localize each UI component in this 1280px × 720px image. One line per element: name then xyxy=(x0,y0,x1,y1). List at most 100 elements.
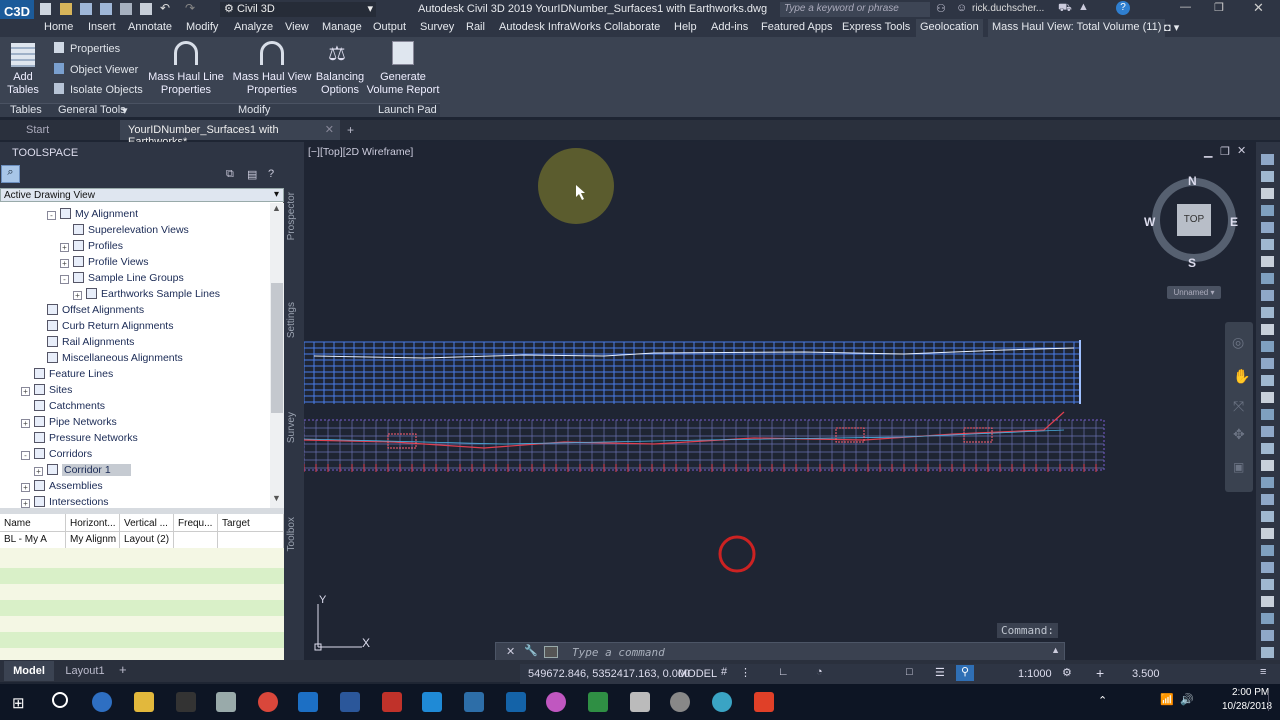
save-icon[interactable] xyxy=(80,3,92,15)
grid-header[interactable]: Horizont... xyxy=(66,514,120,532)
grid-header[interactable]: Name xyxy=(0,514,66,532)
viewcube-face-top[interactable]: TOP xyxy=(1177,204,1211,236)
palette-tool-icon[interactable] xyxy=(1261,375,1274,386)
corridor-sample-view[interactable] xyxy=(304,411,1105,472)
close-icon[interactable]: ✕ xyxy=(1253,0,1264,16)
lineweight-icon[interactable]: ☰ xyxy=(935,666,945,679)
edge-icon[interactable] xyxy=(92,692,112,712)
user-name[interactable]: rick.duchscher... xyxy=(972,3,1044,14)
expand-icon[interactable]: + xyxy=(21,419,30,428)
tree-node[interactable]: + Earthworks Sample Lines xyxy=(73,286,220,302)
menu-tab-survey[interactable]: Survey xyxy=(420,21,454,33)
palette-tool-icon[interactable] xyxy=(1261,307,1274,318)
clock-time[interactable]: 2:00 PM xyxy=(1232,687,1269,698)
palette-tool-icon[interactable] xyxy=(1261,647,1274,658)
model-space-toggle[interactable]: MODEL xyxy=(678,668,717,680)
tree-node[interactable]: - Corridors xyxy=(21,446,92,462)
tab-model[interactable]: Model xyxy=(4,661,54,681)
side-tab[interactable]: Prospector xyxy=(286,192,297,240)
menu-tab-help[interactable]: Help xyxy=(674,21,697,33)
tray-network-icon[interactable]: 📶 xyxy=(1160,693,1174,706)
view-combo[interactable]: Active Drawing View ▾ xyxy=(0,188,284,202)
gear-icon[interactable]: ⚙ xyxy=(1062,666,1072,679)
polar-icon[interactable]: ◔ xyxy=(816,666,823,678)
palette-tool-icon[interactable] xyxy=(1261,222,1274,233)
user-icon[interactable]: ☺ xyxy=(956,2,967,14)
palette-tool-icon[interactable] xyxy=(1261,188,1274,199)
tree-node[interactable]: Pressure Networks xyxy=(21,430,138,446)
palette-tool-icon[interactable] xyxy=(1261,596,1274,607)
close-icon[interactable]: ✕ xyxy=(506,645,515,658)
palette-tool-icon[interactable] xyxy=(1261,511,1274,522)
chevron-down-icon[interactable]: ▼ xyxy=(272,493,281,503)
clock-date[interactable]: 10/28/2018 xyxy=(1222,701,1272,712)
palette-tool-icon[interactable] xyxy=(1261,205,1274,216)
grid-header[interactable]: Target xyxy=(218,514,284,532)
balancing-options-button[interactable]: ⚖ Balancing Options xyxy=(316,41,364,101)
menu-tab-home[interactable]: Home xyxy=(44,21,73,33)
showmotion-icon[interactable]: ▣ xyxy=(1233,460,1244,474)
chevron-down-icon[interactable]: ▾ xyxy=(122,104,128,117)
grid-cell[interactable]: My Alignm xyxy=(66,532,120,548)
menu-tab-featured-apps[interactable]: Featured Apps xyxy=(761,21,833,33)
tree-node[interactable]: - Sample Line Groups xyxy=(60,270,184,286)
search-app-icon[interactable] xyxy=(712,692,732,712)
palette-tool-icon[interactable] xyxy=(1261,239,1274,250)
annotation-monitor-icon[interactable]: ⚲ xyxy=(956,665,974,681)
expand-icon[interactable]: + xyxy=(21,387,30,396)
word-icon[interactable] xyxy=(340,692,360,712)
side-tab[interactable]: Survey xyxy=(286,412,297,443)
ortho-icon[interactable]: ∟ xyxy=(778,666,789,678)
tree-node[interactable]: Offset Alignments xyxy=(34,302,144,318)
scroll-thumb[interactable] xyxy=(271,283,283,413)
expand-icon[interactable]: + xyxy=(21,499,30,508)
calculator-icon[interactable] xyxy=(176,692,196,712)
maximize-icon[interactable]: ❐ xyxy=(1214,1,1224,14)
palette-tool-icon[interactable] xyxy=(1261,443,1274,454)
object-viewer-button[interactable]: Object Viewer xyxy=(54,63,138,76)
open-icon[interactable] xyxy=(60,3,72,15)
palette-tool-icon[interactable] xyxy=(1261,409,1274,420)
cortana-icon[interactable] xyxy=(52,692,68,708)
itunes-icon[interactable] xyxy=(546,692,566,712)
tree-node[interactable]: + Assemblies xyxy=(21,478,103,494)
collapse-icon[interactable]: - xyxy=(21,451,30,460)
palette-tool-icon[interactable] xyxy=(1261,324,1274,335)
workspace-switcher[interactable]: ⚙ Civil 3D ▾ xyxy=(220,2,376,17)
osnap-icon[interactable]: □ xyxy=(906,666,913,678)
palette-tool-icon[interactable] xyxy=(1261,341,1274,352)
expand-icon[interactable]: + xyxy=(73,291,82,300)
binoculars-icon[interactable]: ⚇ xyxy=(936,2,946,15)
menu-tab-output[interactable]: Output xyxy=(373,21,406,33)
menu-tab-manage[interactable]: Manage xyxy=(322,21,362,33)
notifications-icon[interactable] xyxy=(1268,693,1276,711)
tree-node[interactable]: Feature Lines xyxy=(21,366,113,382)
wrench-icon[interactable]: 🔧 xyxy=(524,644,538,657)
menu-tab-insert[interactable]: Insert xyxy=(88,21,116,33)
add-tables-button[interactable]: Add Tables xyxy=(6,43,40,103)
annotation-scale[interactable]: 1:1000 xyxy=(1018,668,1052,680)
item-view-icon[interactable]: ⧉ xyxy=(226,168,234,181)
compass-south[interactable]: S xyxy=(1188,256,1196,270)
side-tab[interactable]: Settings xyxy=(286,302,297,338)
file-explorer-icon[interactable] xyxy=(134,692,154,712)
menu-tab-view[interactable]: View xyxy=(285,21,309,33)
mass-haul-view[interactable] xyxy=(304,340,1081,404)
chrome-icon[interactable] xyxy=(258,692,278,712)
expand-icon[interactable]: + xyxy=(60,259,69,268)
orbit-icon[interactable]: ✥ xyxy=(1233,426,1245,443)
list-view-icon[interactable]: ▤ xyxy=(247,168,257,181)
panel-title-general-tools[interactable]: General Tools xyxy=(58,104,126,116)
properties-button[interactable]: Properties xyxy=(54,42,120,55)
palette-tool-icon[interactable] xyxy=(1261,579,1274,590)
tree-node[interactable]: + Sites xyxy=(21,382,72,398)
mass-haul-line-properties-button[interactable]: Mass Haul Line Properties xyxy=(148,41,224,101)
expand-icon[interactable]: + xyxy=(34,467,43,476)
menu-tab-rail[interactable]: Rail xyxy=(466,21,485,33)
compass-east[interactable]: E xyxy=(1230,215,1238,229)
grid-cell[interactable] xyxy=(218,532,284,548)
palette-tool-icon[interactable] xyxy=(1261,630,1274,641)
tree-node[interactable]: + Profile Views xyxy=(60,254,149,270)
palette-tool-icon[interactable] xyxy=(1261,528,1274,539)
menu-tab-add-ins[interactable]: Add-ins xyxy=(711,21,748,33)
